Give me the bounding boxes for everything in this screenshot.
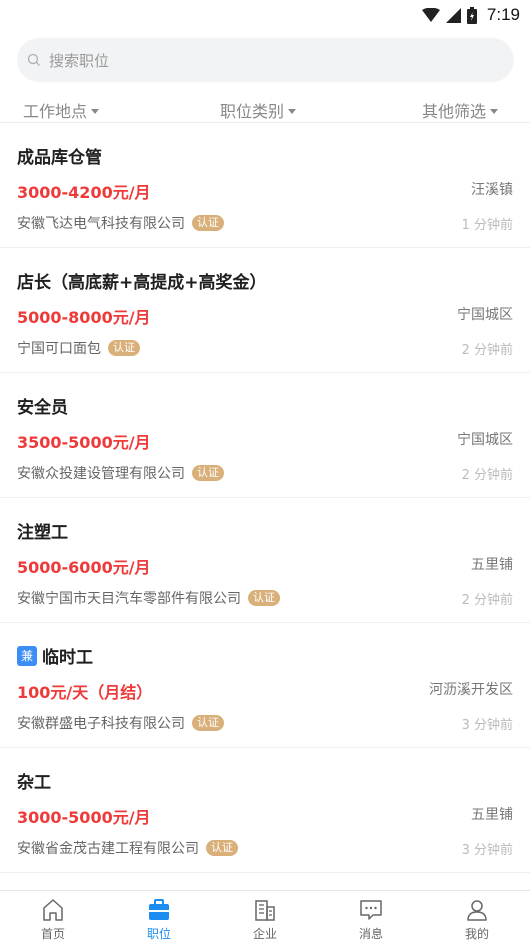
job-title: 安全员 (17, 393, 68, 418)
job-card[interactable]: 成品库仓管 3000-4200元/月 汪溪镇 安徽飞达电气科技有限公司 认证 1 … (0, 123, 530, 248)
nav-label: 职位 (146, 927, 171, 941)
job-salary: 100元/天（月结） (17, 683, 153, 702)
verified-badge: 认证 (192, 465, 224, 481)
job-title: 店长（高底薪+高提成+高奖金） (17, 268, 267, 293)
job-salary: 3000-4200元/月 (17, 183, 151, 202)
job-salary: 5000-6000元/月 (17, 558, 151, 577)
company-name: 安徽群盛电子科技有限公司 (17, 716, 185, 732)
filter-other[interactable]: 其他筛选 (422, 98, 498, 122)
caret-down-icon (288, 108, 297, 114)
verified-badge: 认证 (192, 215, 224, 231)
verified-badge: 认证 (206, 840, 238, 856)
message-icon (360, 900, 382, 920)
job-salary: 3000-5000元/月 (17, 808, 151, 827)
job-location: 宁国城区 (457, 307, 513, 323)
job-title: 成品库仓管 (17, 143, 102, 168)
filter-label: 其他筛选 (421, 102, 486, 121)
verified-badge: 认证 (248, 590, 280, 606)
company-name: 安徽飞达电气科技有限公司 (17, 216, 185, 232)
job-card[interactable]: 安全员 3500-5000元/月 宁国城区 安徽众投建设管理有限公司 认证 2 分… (0, 373, 530, 498)
nav-home[interactable]: 首页 (0, 891, 106, 946)
user-icon (467, 900, 487, 921)
nav-companies[interactable]: 企业 (212, 891, 318, 946)
bottom-nav: 首页 职位 企业 消息 我的 (0, 890, 530, 946)
verified-badge: 认证 (192, 715, 224, 731)
job-location: 河沥溪开发区 (429, 682, 513, 698)
building-icon (255, 900, 275, 921)
verified-badge: 认证 (108, 340, 140, 356)
nav-label: 消息 (358, 927, 383, 941)
filter-label: 职位类别 (220, 102, 285, 121)
job-post-time: 3 分钟前 (461, 718, 513, 733)
job-card[interactable]: 注塑工 5000-6000元/月 五里铺 安徽宁国市天目汽车零部件有限公司 认证 … (0, 498, 530, 623)
search-input[interactable]: 搜索职位 (17, 38, 514, 82)
filter-work-location[interactable]: 工作地点 (23, 98, 100, 122)
battery-icon (466, 6, 477, 24)
job-title: 杂工 (17, 768, 51, 793)
job-salary: 5000-8000元/月 (17, 308, 151, 327)
job-card[interactable]: 店长（高底薪+高提成+高奖金） 5000-8000元/月 宁国城区 宁国可口面包… (0, 248, 530, 373)
job-company: 安徽众投建设管理有限公司 认证 (17, 463, 224, 483)
job-title-text: 注塑工 (17, 523, 68, 543)
job-salary: 3500-5000元/月 (17, 433, 151, 452)
job-post-time: 2 分钟前 (461, 593, 513, 608)
part-time-tag: 兼 (17, 645, 37, 666)
job-card[interactable]: 杂工 3000-5000元/月 五里铺 安徽省金茂古建工程有限公司 认证 3 分钟… (0, 748, 530, 873)
job-post-time: 2 分钟前 (461, 468, 513, 483)
job-post-time: 3 分钟前 (461, 843, 513, 858)
search-icon (27, 53, 40, 66)
job-location: 汪溪镇 (471, 182, 513, 198)
job-location: 五里铺 (471, 557, 513, 573)
job-company: 宁国可口面包 认证 (17, 338, 140, 358)
filter-label: 工作地点 (23, 102, 88, 121)
job-title-text: 成品库仓管 (17, 148, 102, 168)
job-location: 宁国城区 (457, 432, 513, 448)
job-title: 注塑工 (17, 518, 68, 543)
nav-label: 我的 (464, 927, 489, 941)
filter-job-category[interactable]: 职位类别 (220, 98, 297, 122)
job-company: 安徽宁国市天目汽车零部件有限公司 认证 (17, 588, 280, 608)
nav-profile[interactable]: 我的 (424, 891, 530, 946)
company-name: 安徽众投建设管理有限公司 (17, 466, 185, 482)
job-title-text: 安全员 (17, 398, 68, 418)
company-name: 安徽省金茂古建工程有限公司 (17, 841, 199, 857)
job-title: 兼临时工 (17, 643, 93, 668)
caret-down-icon (490, 108, 498, 114)
nav-label: 企业 (252, 927, 277, 941)
briefcase-icon (149, 899, 169, 920)
nav-jobs[interactable]: 职位 (106, 891, 212, 946)
job-location: 五里铺 (471, 807, 513, 823)
caret-down-icon (91, 108, 100, 114)
job-company: 安徽省金茂古建工程有限公司 认证 (17, 838, 238, 858)
status-bar: 7:19 (0, 0, 530, 30)
wifi-icon (421, 8, 440, 22)
job-title-text: 临时工 (42, 648, 93, 668)
status-icons: 7:19 (421, 4, 520, 26)
home-icon (43, 899, 63, 921)
search-placeholder: 搜索职位 (49, 51, 110, 70)
nav-messages[interactable]: 消息 (318, 891, 424, 946)
job-list: 成品库仓管 3000-4200元/月 汪溪镇 安徽飞达电气科技有限公司 认证 1 … (0, 123, 530, 873)
clock: 7:19 (486, 5, 520, 24)
job-title-text: 店长（高底薪+高提成+高奖金） (17, 273, 267, 293)
job-company: 安徽飞达电气科技有限公司 认证 (17, 213, 224, 233)
job-title-text: 杂工 (17, 773, 51, 793)
job-post-time: 1 分钟前 (461, 218, 513, 233)
company-name: 宁国可口面包 (17, 341, 101, 357)
job-company: 安徽群盛电子科技有限公司 认证 (17, 713, 224, 733)
signal-icon (445, 7, 461, 23)
nav-label: 首页 (40, 927, 65, 941)
job-card[interactable]: 兼临时工 100元/天（月结） 河沥溪开发区 安徽群盛电子科技有限公司 认证 3 … (0, 623, 530, 748)
company-name: 安徽宁国市天目汽车零部件有限公司 (17, 591, 241, 607)
job-post-time: 2 分钟前 (461, 343, 513, 358)
